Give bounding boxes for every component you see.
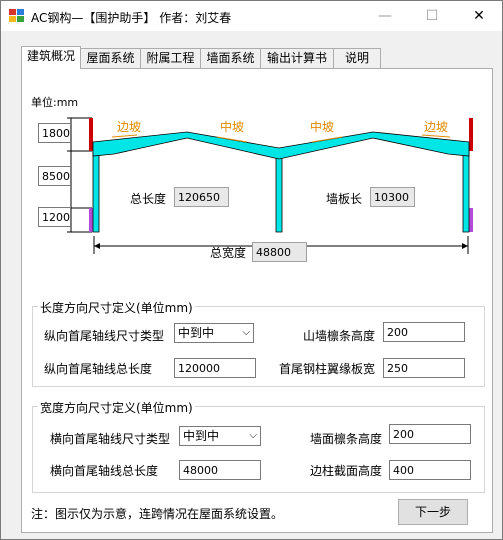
- height-1200-field[interactable]: 1200: [38, 207, 71, 227]
- length-group-title: 长度方向尺寸定义(单位mm): [38, 299, 195, 316]
- slope-label-mid-left: 中坡: [220, 120, 245, 134]
- app-window: AC钢构—【围护助手】 作者：刘艾春 — ☐ ✕ 建筑概况 屋面系统 附属工程 …: [0, 0, 503, 540]
- app-icon: [9, 9, 24, 22]
- length-axis-type-label: 纵向首尾轴线尺寸类型: [44, 329, 165, 343]
- flange-width-input[interactable]: 250: [383, 358, 465, 378]
- wall-purlin-label: 墙面檩条高度: [310, 432, 383, 446]
- width-axis-total-input[interactable]: 48000: [179, 460, 261, 480]
- tab-wall-system[interactable]: 墙面系统: [200, 48, 261, 68]
- title-bar: AC钢构—【围护助手】 作者：刘艾春 — ☐ ✕: [1, 1, 502, 31]
- flange-width-label: 首尾钢柱翼缘板宽: [279, 362, 376, 376]
- gable-purlin-input[interactable]: 200: [383, 322, 465, 342]
- edge-column-label: 边柱截面高度: [310, 464, 383, 478]
- slope-label-edge-right: 边坡: [424, 120, 449, 134]
- width-group-title: 宽度方向尺寸定义(单位mm): [38, 399, 195, 416]
- height-8500-field[interactable]: 8500: [38, 166, 71, 186]
- slope-label-mid-right: 中坡: [310, 120, 335, 134]
- width-axis-total-label: 横向首尾轴线总长度: [50, 464, 159, 478]
- gable-purlin-label: 山墙檩条高度: [303, 329, 376, 343]
- note-text: 注：图示仅为示意，连跨情况在屋面系统设置。: [31, 507, 284, 521]
- total-width-label: 总宽度: [210, 246, 247, 260]
- close-button[interactable]: ✕: [456, 1, 502, 31]
- total-length-value: 120650: [174, 187, 229, 207]
- length-axis-total-input[interactable]: 120000: [174, 358, 256, 378]
- height-1800-field[interactable]: 1800: [38, 123, 71, 143]
- length-axis-total-label: 纵向首尾轴线总长度: [44, 362, 153, 376]
- wall-purlin-input[interactable]: 200: [389, 424, 471, 444]
- length-axis-type-select[interactable]: 中到中 ⌵: [174, 323, 254, 343]
- tab-instructions[interactable]: 说明: [333, 48, 381, 68]
- chevron-down-icon: ⌵: [242, 327, 250, 338]
- tab-panel: 单位:mm 边坡 中坡 中坡 边坡 1800 8500 1200 总长度 120…: [21, 68, 493, 533]
- frame-diagram: [67, 117, 473, 254]
- slope-label-edge-left: 边坡: [117, 120, 142, 134]
- wall-length-value: 10300: [370, 187, 415, 207]
- window-title: AC钢构—【围护助手】 作者：刘艾春: [31, 11, 232, 25]
- tab-building-overview[interactable]: 建筑概况: [21, 46, 81, 69]
- width-axis-type-select[interactable]: 中到中 ⌵: [179, 426, 261, 446]
- tab-roof-system[interactable]: 屋面系统: [80, 48, 141, 68]
- next-button[interactable]: 下一步: [398, 499, 468, 525]
- length-axis-type-value: 中到中: [178, 326, 215, 340]
- chevron-down-icon: ⌵: [249, 430, 257, 441]
- tab-attached-works[interactable]: 附属工程: [140, 48, 201, 68]
- edge-column-input[interactable]: 400: [389, 460, 471, 480]
- total-width-value: 48800: [252, 242, 307, 262]
- total-length-label: 总长度: [130, 192, 167, 206]
- width-axis-type-value: 中到中: [183, 429, 220, 443]
- width-axis-type-label: 横向首尾轴线尺寸类型: [50, 432, 171, 446]
- maximize-button[interactable]: ☐: [409, 1, 455, 31]
- minimize-button[interactable]: —: [362, 1, 408, 31]
- tab-output-report[interactable]: 输出计算书: [260, 48, 334, 68]
- wall-length-label: 墙板长: [326, 192, 363, 206]
